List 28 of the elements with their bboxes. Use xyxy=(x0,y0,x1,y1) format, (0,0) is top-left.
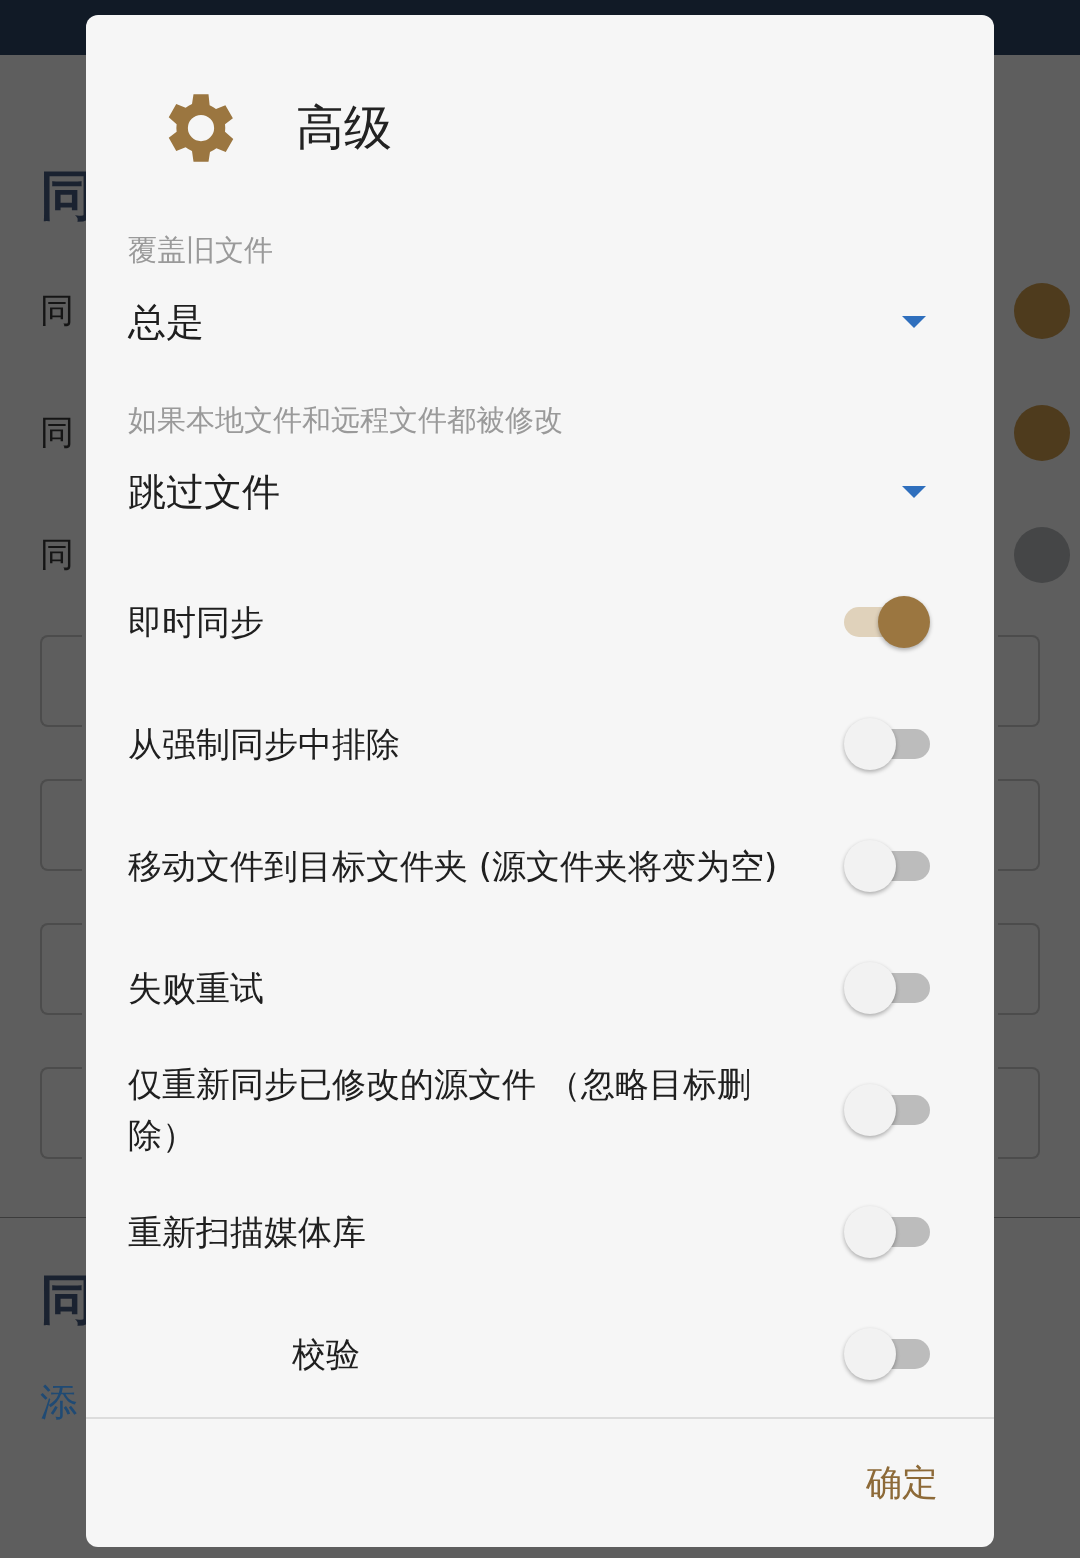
switch-thumb[interactable] xyxy=(1014,405,1070,461)
toggle-switch[interactable] xyxy=(844,594,930,650)
caret-icon xyxy=(902,316,926,328)
setting-label: 重新扫描媒体库 xyxy=(128,1210,366,1254)
dropdown[interactable]: 总是 xyxy=(128,293,926,351)
ok-button[interactable]: 确定 xyxy=(850,1448,954,1518)
setting-label: 从强制同步中排除 xyxy=(128,722,400,766)
setting-label: 即时同步 xyxy=(128,600,264,644)
setting-label: 同 xyxy=(40,411,74,454)
dialog-title: 高级 xyxy=(296,98,392,157)
dropdown[interactable]: 跳过文件 xyxy=(128,463,926,521)
switch-thumb[interactable] xyxy=(1014,283,1070,339)
field-label: 如果本地文件和远程文件都被修改 xyxy=(128,402,564,439)
field-label: 覆盖旧文件 xyxy=(128,232,274,269)
toggle-switch[interactable] xyxy=(844,1204,930,1260)
toggle-switch[interactable] xyxy=(844,716,930,772)
toggle-switch[interactable] xyxy=(844,838,930,894)
setting-label: 仅重新同步已修改的源文件 （忽略目标删除） xyxy=(128,1063,752,1157)
switch-thumb[interactable] xyxy=(1014,527,1070,583)
setting-label: 同 xyxy=(40,533,74,576)
toggle-switch[interactable] xyxy=(844,960,930,1016)
setting-label: 同 xyxy=(40,289,74,332)
setting-label: 移动文件到目标文件夹 (源文件夹将变为空) xyxy=(128,844,778,888)
caret-icon xyxy=(902,486,926,498)
toggle-switch[interactable] xyxy=(844,1326,930,1382)
setting-label: 失败重试 xyxy=(128,966,264,1010)
setting-label: 校验 xyxy=(291,1332,360,1376)
toggle-switch[interactable] xyxy=(844,1082,930,1138)
